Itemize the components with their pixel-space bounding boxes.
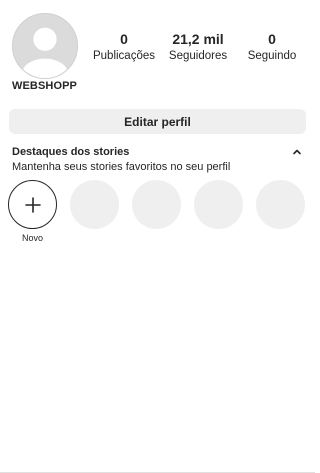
highlights-subtitle: Mantenha seus stories favoritos no seu p…: [12, 161, 231, 173]
following-label: Seguindo: [247, 50, 297, 62]
plus-icon: [24, 196, 41, 213]
stat-posts[interactable]: 0 Publicações: [92, 31, 156, 63]
stat-followers[interactable]: 21,2 mil Seguidores: [166, 31, 230, 63]
edit-profile-button[interactable]: Editar perfil: [9, 109, 306, 134]
highlight-placeholder-circle: [256, 180, 305, 229]
highlight-placeholder-circle: [70, 180, 119, 229]
highlight-placeholder: [132, 180, 181, 243]
profile-avatar[interactable]: [12, 13, 78, 79]
highlights-row: Novo: [8, 180, 305, 243]
profile-stats: 0 Publicações 21,2 mil Seguidores 0 Segu…: [92, 31, 304, 63]
followers-count: 21,2 mil: [172, 31, 224, 47]
followers-label: Seguidores: [168, 50, 228, 62]
posts-label: Publicações: [92, 50, 155, 62]
highlight-placeholder: [256, 180, 305, 243]
highlight-new[interactable]: Novo: [8, 180, 57, 243]
posts-count: 0: [120, 31, 128, 47]
new-highlight-button[interactable]: [8, 180, 57, 229]
chevron-up-icon[interactable]: [291, 146, 303, 158]
new-highlight-label: Novo: [21, 233, 43, 243]
highlight-placeholder-circle: [132, 180, 181, 229]
following-count: 0: [268, 31, 276, 47]
stat-following[interactable]: 0 Seguindo: [240, 31, 304, 63]
highlight-placeholder-circle: [194, 180, 243, 229]
highlight-placeholder: [70, 180, 119, 243]
profile-username: WEBSHOPP: [12, 80, 77, 92]
highlight-placeholder: [194, 180, 243, 243]
highlights-title: Destaques dos stories: [12, 146, 130, 158]
default-avatar-icon: [13, 14, 77, 78]
